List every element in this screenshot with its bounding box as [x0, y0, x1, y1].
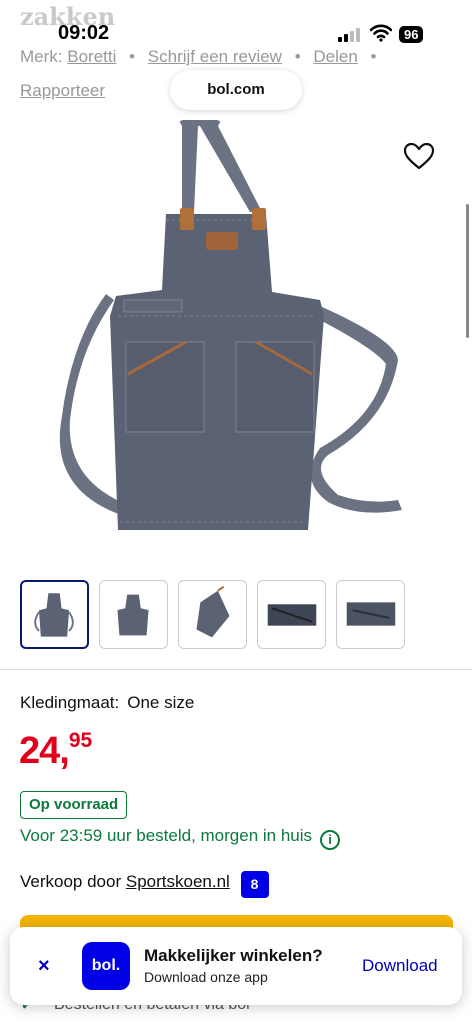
- write-review-link[interactable]: Schrijf een review: [148, 47, 282, 66]
- info-icon[interactable]: i: [320, 830, 341, 850]
- price-cents: 95: [68, 729, 93, 752]
- thumbnail-strip: [20, 580, 410, 650]
- section-divider: [0, 669, 472, 670]
- size-value: One size: [127, 693, 195, 712]
- meta-separator: •: [370, 47, 377, 66]
- download-app-button[interactable]: Download: [362, 956, 438, 976]
- stock-badge: Op voorraad: [20, 791, 128, 819]
- size-row: Kledingmaat: One size: [20, 693, 194, 713]
- close-icon[interactable]: ×: [38, 955, 50, 978]
- seller-info: Verkoop door Sportskoen.nl 8: [20, 871, 269, 898]
- scrollbar[interactable]: [466, 204, 469, 338]
- product-image[interactable]: [58, 120, 408, 550]
- favorite-heart-icon[interactable]: [403, 141, 435, 171]
- seller-score-badge[interactable]: 8: [240, 871, 269, 898]
- banner-title: Makkelijker winkelen?: [144, 946, 323, 965]
- status-bar: zakken 09:02 96: [0, 0, 472, 48]
- wifi-icon: [370, 24, 392, 42]
- price-whole: 24,: [19, 730, 70, 772]
- share-link[interactable]: Delen: [313, 47, 357, 66]
- meta-separator: •: [129, 47, 136, 66]
- brand-label: Merk:: [20, 47, 63, 66]
- seller-label: Verkoop door: [20, 872, 122, 891]
- size-label: Kledingmaat:: [20, 693, 120, 712]
- thumbnail-apron-detail-2[interactable]: [336, 580, 405, 649]
- product-meta-links: Merk: Boretti • Schrijf een review • Del…: [20, 47, 385, 67]
- battery-indicator: 96: [399, 26, 424, 43]
- cellular-signal-icon: [338, 28, 364, 42]
- report-link[interactable]: Rapporteer: [20, 81, 105, 101]
- bol-app-logo: bol.: [82, 942, 130, 990]
- banner-subtitle: Download onze app: [144, 969, 268, 985]
- brand-link[interactable]: Boretti: [67, 47, 116, 66]
- delivery-text: Voor 23:59 uur besteld, morgen in huis: [20, 826, 313, 845]
- app-download-banner: × bol. Makkelijker winkelen? Download on…: [10, 927, 462, 1005]
- thumbnail-apron-front-small[interactable]: [99, 580, 168, 649]
- seller-link[interactable]: Sportskoen.nl: [126, 872, 230, 891]
- price: 24,95: [19, 729, 93, 773]
- browser-url-pill[interactable]: bol.com: [170, 70, 302, 110]
- delivery-info: Voor 23:59 uur besteld, morgen in huis i: [20, 826, 341, 850]
- thumbnail-apron-detail-1[interactable]: [257, 580, 326, 649]
- thumbnail-apron-front[interactable]: [20, 580, 89, 649]
- status-time: 09:02: [58, 22, 110, 44]
- meta-separator: •: [294, 47, 301, 66]
- thumbnail-apron-hanging[interactable]: [178, 580, 247, 649]
